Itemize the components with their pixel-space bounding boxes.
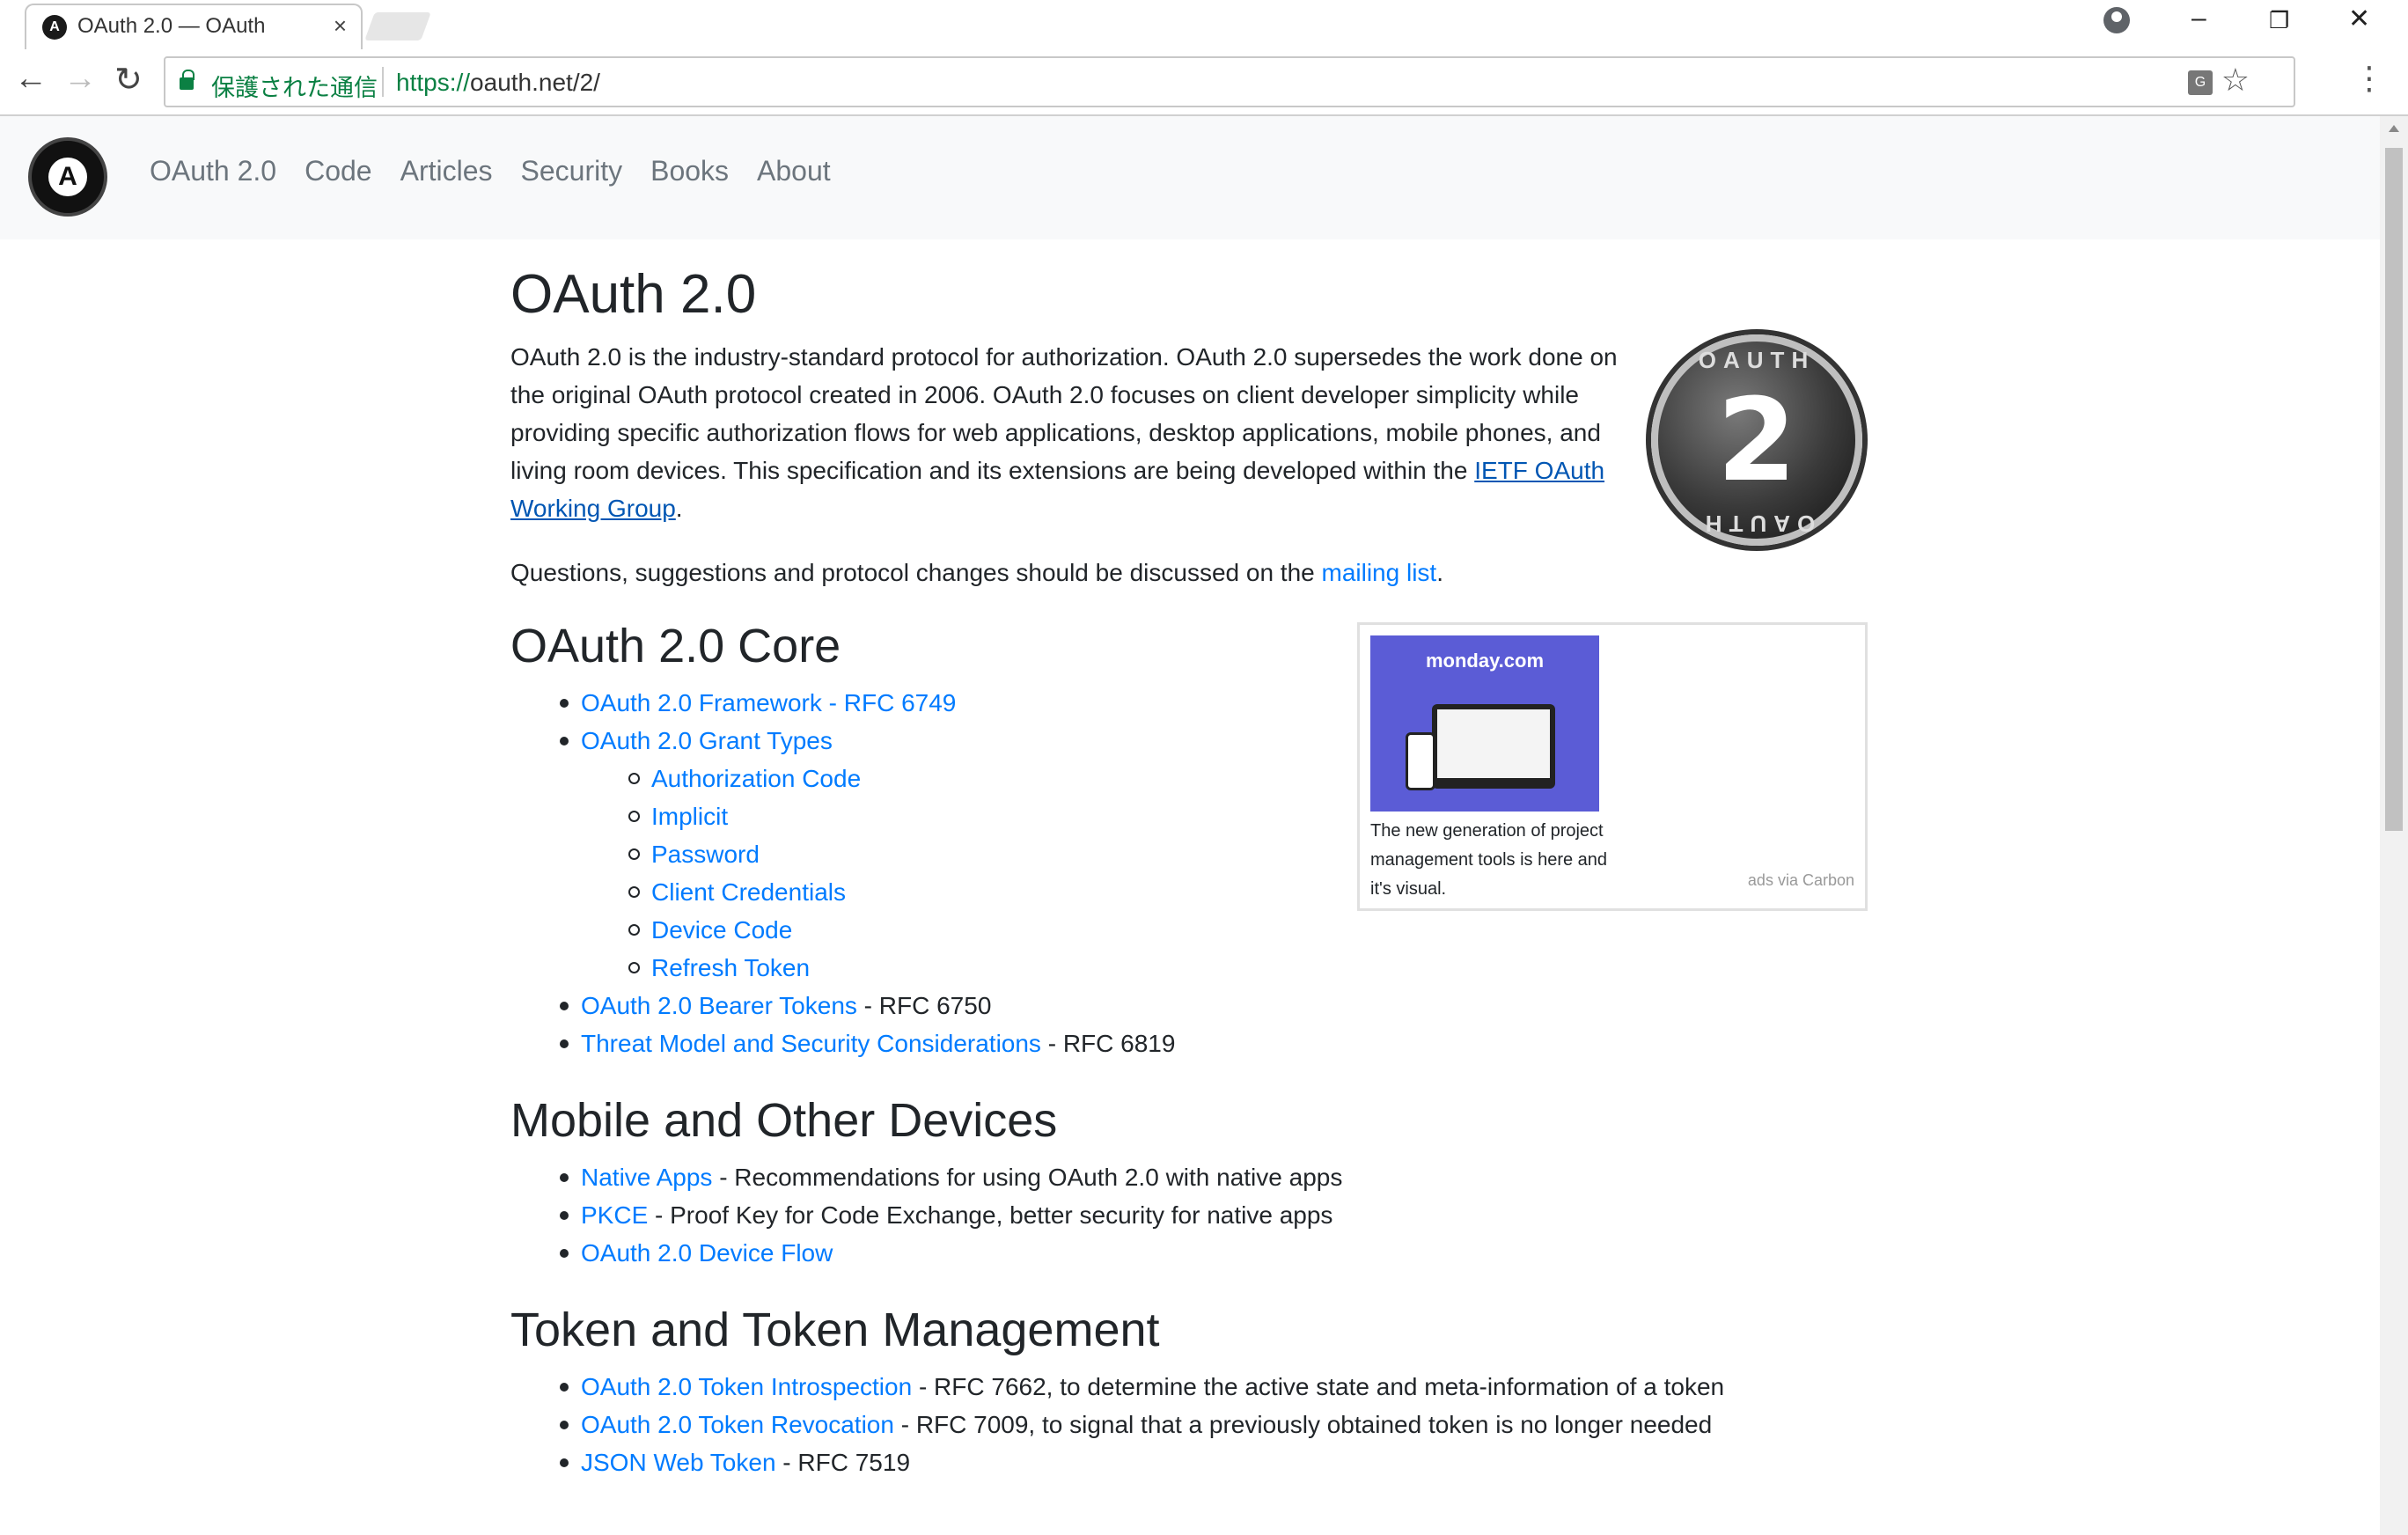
threat-model-link[interactable]: Threat Model and Security Considerations: [581, 1030, 1041, 1057]
site-navbar: A OAuth 2.0 Code Articles Security Books…: [0, 116, 2380, 239]
token-revocation-desc: - RFC 7009, to signal that a previously …: [893, 1410, 1713, 1438]
nav-link-books[interactable]: Books: [650, 155, 729, 187]
list-item: PKCE - Proof Key for Code Exchange, bett…: [510, 1196, 1866, 1234]
nav-link-security[interactable]: Security: [521, 155, 623, 187]
threat-rfc: - RFC 6819: [1040, 1030, 1176, 1058]
tab-title: OAuth 2.0 — OAuth: [77, 14, 266, 38]
native-apps-desc: - Recommendations for using OAuth 2.0 wi…: [712, 1163, 1343, 1191]
browser-menu-icon[interactable]: ⋮: [2353, 60, 2385, 97]
grant-authorization-code-link[interactable]: Authorization Code: [651, 765, 861, 792]
section-title-token: Token and Token Management: [510, 1303, 1160, 1356]
translate-icon[interactable]: G: [2188, 70, 2213, 95]
pkce-link[interactable]: PKCE: [581, 1201, 648, 1229]
token-introspection-desc: - RFC 7662, to determine the active stat…: [912, 1372, 1725, 1400]
vertical-scrollbar[interactable]: [2380, 116, 2408, 1535]
restore-button[interactable]: ❐: [2269, 7, 2289, 34]
list-item: OAuth 2.0 Token Introspection - RFC 7662…: [510, 1368, 1866, 1406]
core-list: OAuth 2.0 Framework - RFC 6749 OAuth 2.0…: [510, 684, 1866, 1062]
list-item: Device Code: [510, 911, 1866, 949]
list-item: Implicit: [510, 797, 1866, 835]
reload-button[interactable]: ↻: [114, 60, 143, 99]
url-text[interactable]: https://oauth.net/2/: [396, 69, 600, 97]
back-button[interactable]: ←: [14, 60, 48, 98]
oauth-logo-letter: A: [48, 158, 87, 196]
intro-paragraph: OAuth 2.0 is the industry-standard proto…: [510, 338, 1628, 527]
token-introspection-link[interactable]: OAuth 2.0 Token Introspection: [581, 1373, 912, 1400]
tab-close-icon[interactable]: ×: [334, 12, 347, 40]
minimize-button[interactable]: –: [2191, 4, 2206, 33]
framework-link[interactable]: OAuth 2.0 Framework - RFC 6749: [581, 689, 956, 716]
list-item: OAuth 2.0 Framework - RFC 6749: [510, 684, 1866, 722]
jwt-link[interactable]: JSON Web Token: [581, 1449, 776, 1476]
section-title-core: OAuth 2.0 Core: [510, 620, 841, 673]
grant-implicit-link[interactable]: Implicit: [651, 803, 728, 830]
lock-icon[interactable]: [180, 70, 195, 90]
list-item: OAuth 2.0 Token Revocation - RFC 7009, t…: [510, 1406, 1866, 1443]
nav-link-about[interactable]: About: [757, 155, 831, 187]
list-item: Threat Model and Security Considerations…: [510, 1025, 1866, 1062]
nav-link-code[interactable]: Code: [305, 155, 372, 187]
site-nav-links: OAuth 2.0 Code Articles Security Books A…: [150, 155, 831, 187]
intro-end: .: [675, 495, 683, 523]
grant-device-code-link[interactable]: Device Code: [651, 916, 792, 944]
grant-password-link[interactable]: Password: [651, 841, 760, 868]
scroll-thumb[interactable]: [2385, 148, 2403, 831]
url-path: oauth.net/2/: [470, 69, 600, 96]
nav-link-oauth2[interactable]: OAuth 2.0: [150, 155, 276, 187]
list-item: Password: [510, 835, 1866, 873]
browser-tab[interactable]: A OAuth 2.0 — OAuth ×: [25, 4, 363, 49]
list-item: Refresh Token: [510, 949, 1866, 987]
grant-client-credentials-link[interactable]: Client Credentials: [651, 878, 846, 906]
list-item: JSON Web Token - RFC 7519: [510, 1443, 1866, 1481]
url-separator: [382, 67, 384, 97]
questions-end: .: [1436, 559, 1443, 587]
pkce-desc: - Proof Key for Code Exchange, better se…: [648, 1201, 1333, 1229]
grant-types-link[interactable]: OAuth 2.0 Grant Types: [581, 727, 833, 754]
oauth-favicon-icon: A: [42, 15, 67, 40]
scroll-up-arrow-icon[interactable]: [2389, 125, 2399, 132]
bearer-rfc: - RFC 6750: [856, 992, 992, 1020]
nav-link-articles[interactable]: Articles: [400, 155, 493, 187]
list-item: OAuth 2.0 Bearer Tokens - RFC 6750: [510, 987, 1866, 1025]
questions-paragraph: Questions, suggestions and protocol chan…: [510, 554, 1866, 591]
bookmark-star-icon[interactable]: ☆: [2221, 62, 2250, 99]
address-bar[interactable]: 保護された通信 https://oauth.net/2/ G ☆: [164, 56, 2295, 107]
token-list: OAuth 2.0 Token Introspection - RFC 7662…: [510, 1368, 1866, 1481]
device-flow-link[interactable]: OAuth 2.0 Device Flow: [581, 1239, 833, 1267]
intro-text: OAuth 2.0 is the industry-standard proto…: [510, 343, 1618, 485]
list-item: OAuth 2.0 Grant Types: [510, 722, 1866, 760]
jwt-rfc: - RFC 7519: [775, 1448, 911, 1476]
secure-connection-label[interactable]: 保護された通信: [211, 69, 378, 103]
grant-refresh-token-link[interactable]: Refresh Token: [651, 954, 810, 981]
new-tab-button[interactable]: [364, 12, 431, 40]
profile-icon[interactable]: [2103, 7, 2130, 33]
native-apps-link[interactable]: Native Apps: [581, 1164, 712, 1191]
mobile-list: Native Apps - Recommendations for using …: [510, 1158, 1866, 1272]
list-item: Native Apps - Recommendations for using …: [510, 1158, 1866, 1196]
section-title-mobile: Mobile and Other Devices: [510, 1094, 1058, 1148]
page-viewport: A OAuth 2.0 Code Articles Security Books…: [0, 116, 2380, 1535]
list-item: OAuth 2.0 Device Flow: [510, 1234, 1866, 1272]
bearer-tokens-link[interactable]: OAuth 2.0 Bearer Tokens: [581, 992, 857, 1019]
forward-button[interactable]: →: [63, 60, 97, 98]
url-protocol: https://: [396, 69, 471, 96]
close-window-button[interactable]: ✕: [2348, 4, 2370, 34]
page-title: OAuth 2.0: [510, 264, 757, 325]
browser-toolbar: ← → ↻ 保護された通信 https://oauth.net/2/ G ☆ ⋮: [0, 49, 2408, 116]
mailing-list-link[interactable]: mailing list: [1322, 559, 1437, 586]
main-content: OAuth 2.0 OAuth 2.0 is the industry-stan…: [510, 239, 1866, 1481]
oauth-logo[interactable]: A: [28, 137, 107, 217]
tab-strip: A OAuth 2.0 — OAuth × – ❐ ✕: [0, 0, 2408, 49]
token-revocation-link[interactable]: OAuth 2.0 Token Revocation: [581, 1411, 894, 1438]
list-item: Client Credentials: [510, 873, 1866, 911]
list-item: Authorization Code: [510, 760, 1866, 797]
questions-text: Questions, suggestions and protocol chan…: [510, 559, 1322, 587]
